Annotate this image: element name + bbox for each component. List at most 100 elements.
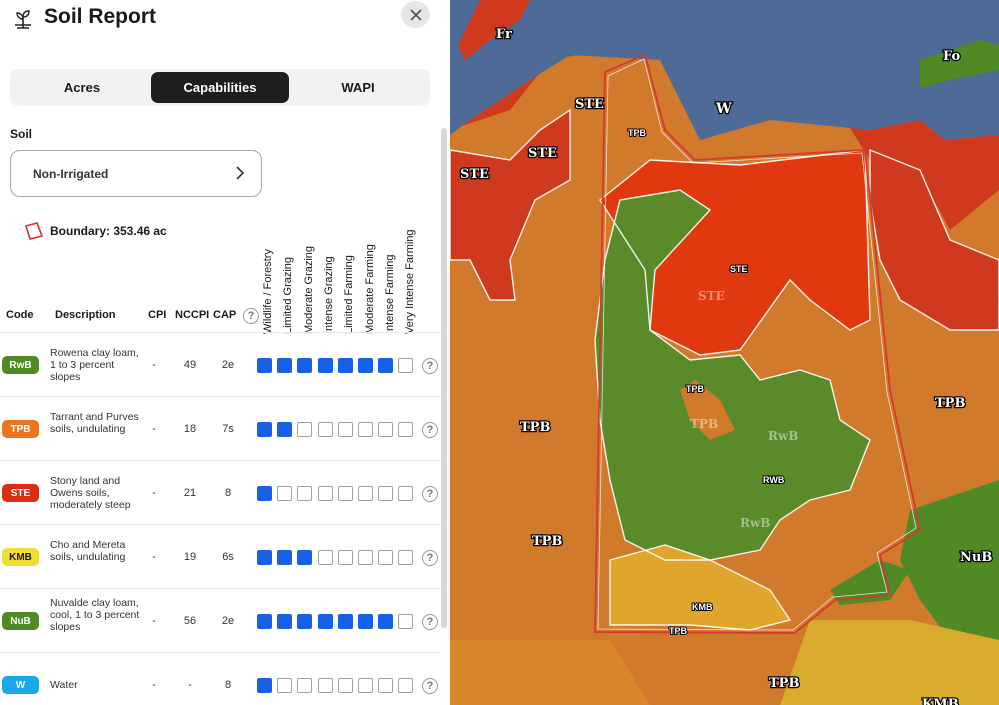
capability-indicator (257, 422, 272, 437)
col-header-nccpi: NCCPI (175, 309, 210, 321)
soil-cpi: - (152, 423, 156, 435)
capability-indicator (358, 486, 373, 501)
capability-indicator (358, 422, 373, 437)
capability-indicator (277, 486, 293, 501)
soil-cpi: - (152, 487, 156, 499)
map-soil-label: STE (528, 146, 557, 161)
table-row[interactable]: STE Stony land and Owens soils, moderatel… (0, 460, 441, 524)
tab-acres[interactable]: Acres (13, 72, 151, 103)
page-title: Soil Report (44, 5, 157, 28)
close-button[interactable] (401, 1, 430, 28)
capability-indicator (398, 678, 414, 693)
capability-indicator (337, 678, 353, 693)
capability-indicator (398, 550, 414, 565)
capability-indicator (378, 550, 394, 565)
capability-indicator (297, 486, 313, 501)
soil-map-canvas[interactable]: Fr Fo W STE STE STE TPB STE STE TPB TPB RwB RWB RwB TP… (450, 0, 999, 705)
panel-scrollbar[interactable] (441, 128, 447, 628)
capability-indicator (378, 422, 394, 437)
map-soil-label: TPB (532, 534, 562, 549)
help-icon[interactable]: ? (243, 306, 259, 324)
soil-cpi: - (152, 615, 156, 627)
boundary-area: Boundary: 353.46 ac (50, 224, 167, 238)
map-soil-label: Fo (943, 49, 961, 64)
map-soil-label: RwB (740, 516, 770, 530)
soil-cpi: - (152, 359, 156, 371)
map-soil-label: STE (730, 264, 748, 274)
soil-code-badge: NuB (2, 612, 39, 630)
soil-nccpi: 56 (183, 615, 197, 627)
soil-description: Nuvalde clay loam, cool, 1 to 3 percent … (50, 597, 140, 633)
capability-indicator (297, 358, 313, 373)
soil-cap: 8 (224, 679, 232, 691)
irrigation-select[interactable]: Non-Irrigated (10, 150, 262, 197)
capability-indicator (317, 550, 333, 565)
capability-indicator (378, 358, 394, 373)
capability-indicator (358, 550, 373, 565)
sprout-icon (15, 10, 31, 29)
capability-indicator (297, 614, 313, 629)
tab-capabilities[interactable]: Capabilities (151, 72, 289, 103)
help-icon[interactable]: ? (422, 612, 438, 630)
map-soil-label: TPB (669, 626, 688, 636)
capability-indicator (317, 486, 333, 501)
boundary-summary: Boundary: 353.46 ac (24, 222, 167, 240)
capability-indicator (398, 358, 414, 373)
capability-indicator (277, 678, 293, 693)
map-soil-label: KMB (692, 602, 713, 612)
help-icon[interactable]: ? (422, 356, 438, 374)
table-row[interactable]: KMB Cho and Mereta soils, undulating - 19 6s… (0, 524, 441, 588)
soil-cpi: - (152, 679, 156, 691)
capability-indicator (257, 678, 272, 693)
soil-map[interactable]: Fr Fo W STE STE STE TPB STE STE TPB TPB RwB RWB RwB TP… (450, 0, 999, 705)
view-tabs: Acres Capabilities WAPI (10, 69, 430, 106)
soil-nccpi: 19 (183, 551, 197, 563)
close-icon (409, 8, 422, 21)
soil-code-badge: W (2, 676, 39, 694)
table-row[interactable]: W Water - - 8? (0, 652, 441, 705)
capability-indicator (297, 422, 313, 437)
help-icon[interactable]: ? (422, 484, 438, 502)
map-soil-label: KMB (922, 697, 959, 705)
capability-indicator (257, 614, 272, 629)
capability-indicator (317, 358, 333, 373)
soil-code-badge: RwB (2, 356, 39, 374)
soil-description: Rowena clay loam, 1 to 3 percent slopes (50, 347, 139, 383)
map-soil-label: RwB (768, 429, 798, 443)
irrigation-select-value: Non-Irrigated (33, 166, 109, 181)
table-row[interactable]: TPB Tarrant and Purves soils, undulating -… (0, 396, 441, 460)
table-row[interactable]: NuB Nuvalde clay loam, cool, 1 to 3 perce… (0, 588, 441, 652)
map-soil-label: Fr (496, 27, 512, 42)
soil-description: Tarrant and Purves soils, undulating (50, 411, 139, 435)
table-row[interactable]: RwB Rowena clay loam, 1 to 3 percent slop… (0, 332, 441, 396)
help-icon[interactable]: ? (422, 676, 438, 694)
capability-indicator (317, 614, 333, 629)
capability-indicator (277, 358, 293, 373)
map-soil-label: TPB (690, 417, 718, 431)
soil-cpi: - (152, 551, 156, 563)
map-soil-label: TPB (628, 128, 647, 138)
capability-indicator (337, 486, 353, 501)
help-icon[interactable]: ? (422, 420, 438, 438)
help-icon[interactable]: ? (422, 548, 438, 566)
col-header-description: Description (55, 309, 116, 321)
map-soil-label: NuB (960, 550, 992, 565)
soil-code-badge: STE (2, 484, 39, 502)
map-soil-label: STE (460, 167, 489, 182)
capability-indicator (378, 614, 394, 629)
soil-description: Cho and Mereta soils, undulating (50, 539, 126, 563)
soil-nccpi: 18 (183, 423, 197, 435)
map-soil-label: TPB (686, 384, 705, 394)
capability-indicator (337, 422, 353, 437)
tab-wapi[interactable]: WAPI (289, 72, 427, 103)
soil-description: Water (50, 679, 78, 691)
col-header-code: Code (6, 309, 34, 321)
soil-report-panel: Soil Report Acres Capabilities WAPI Soil… (0, 0, 450, 705)
soil-code-badge: KMB (2, 548, 39, 566)
panel-header: Soil Report (0, 0, 450, 40)
capability-indicator (337, 614, 353, 629)
map-soil-label: RWB (763, 475, 785, 485)
capability-indicator (358, 614, 373, 629)
capability-indicator (358, 358, 373, 373)
map-soil-label: TPB (935, 396, 965, 411)
